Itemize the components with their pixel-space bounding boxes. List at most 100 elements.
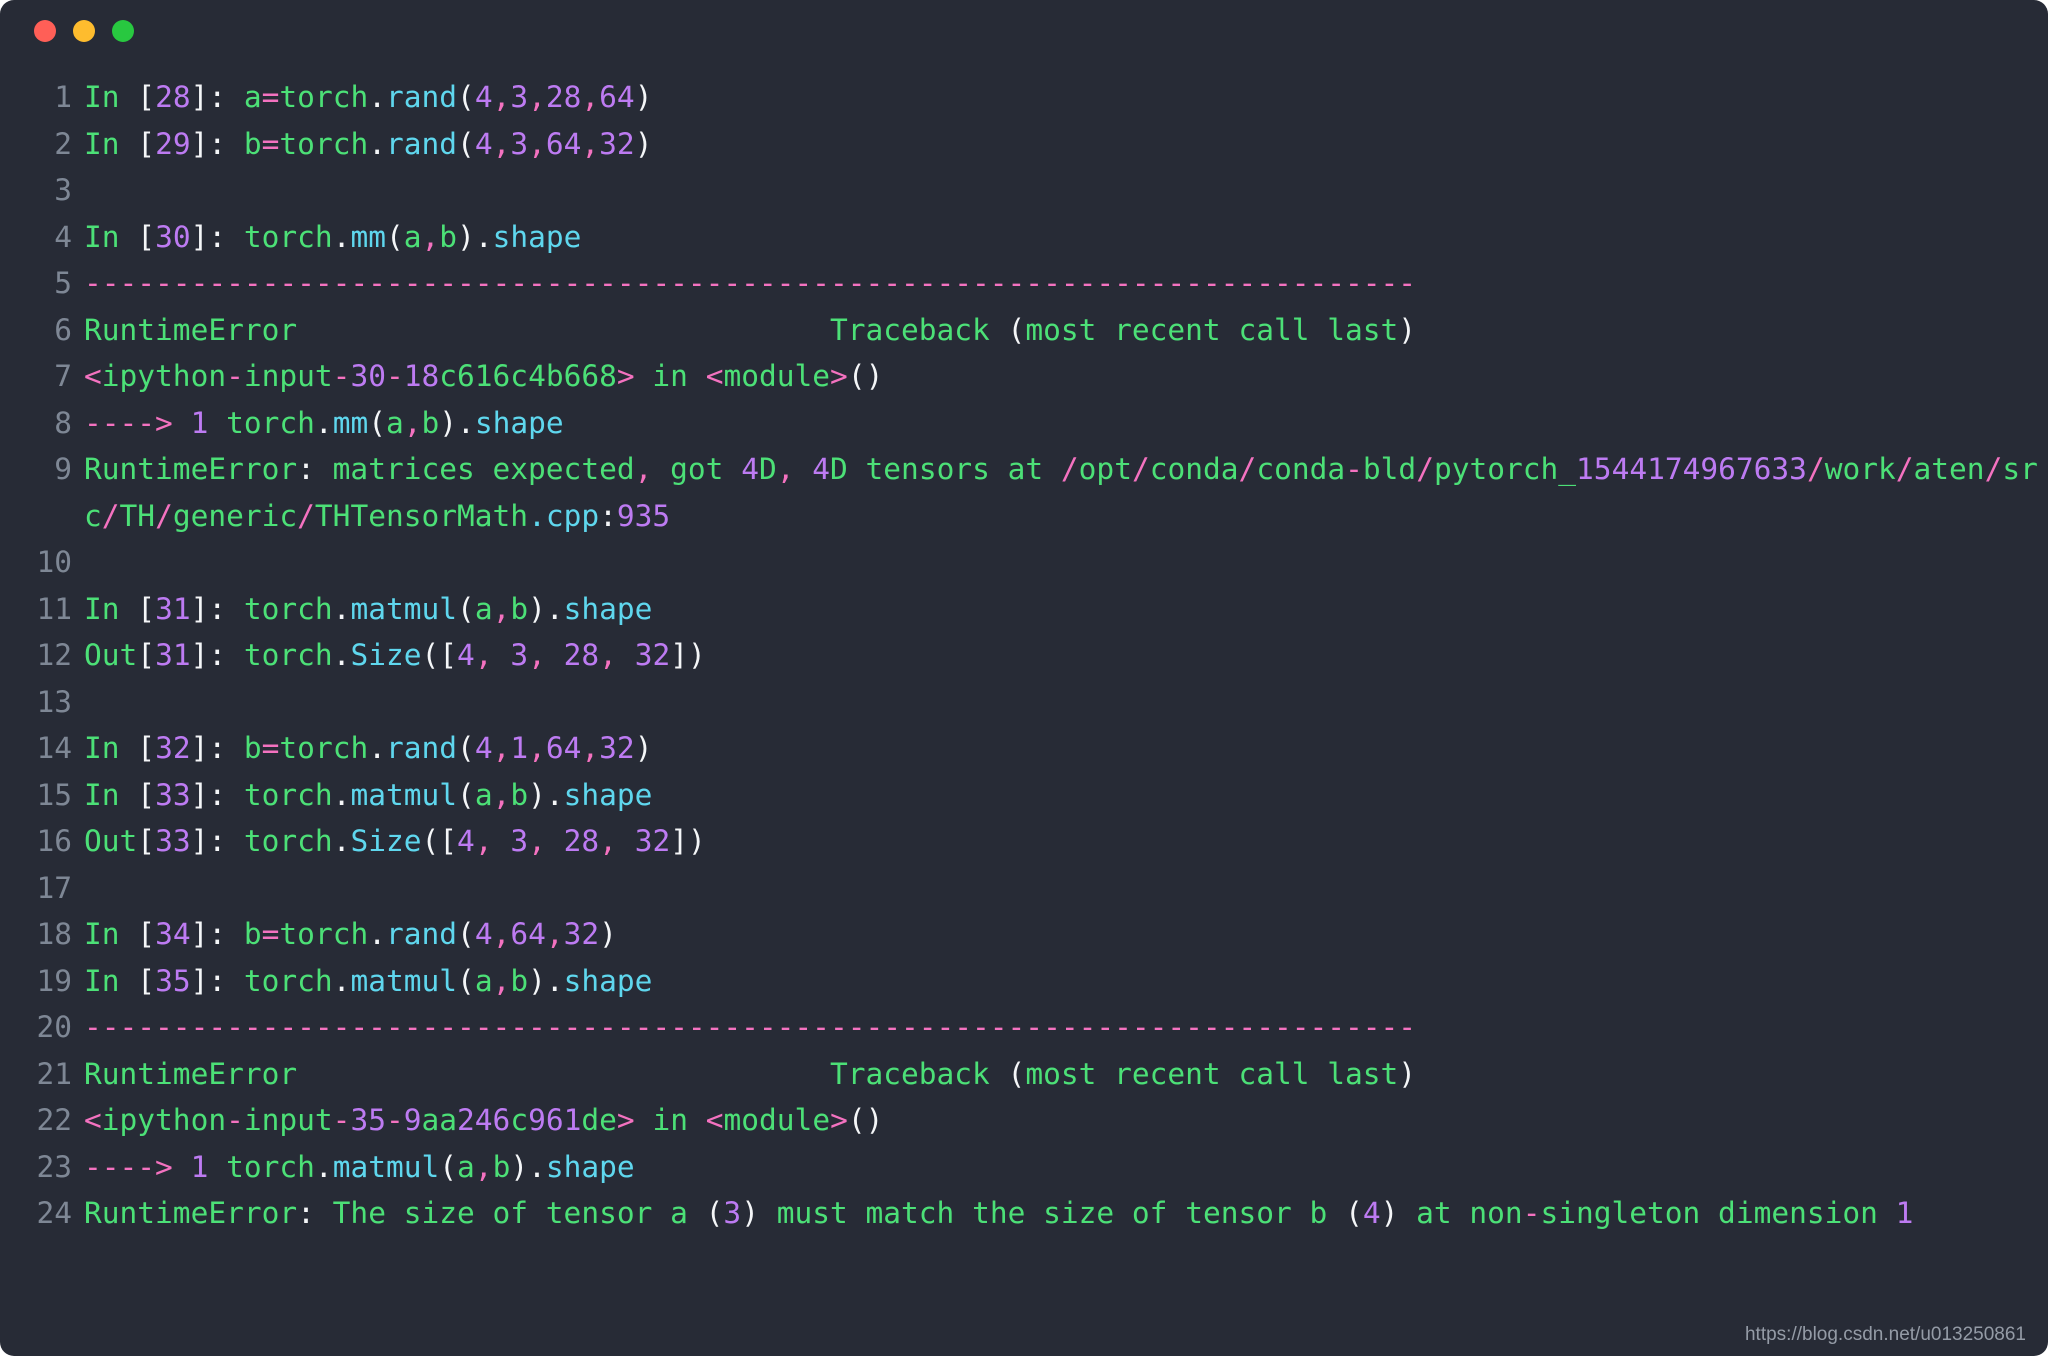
code-token: ( (457, 731, 475, 765)
code-token: 3 (510, 824, 529, 858)
code-token: / (101, 498, 120, 533)
line-number: 10 (36, 545, 72, 579)
code-token: 31 (155, 591, 191, 626)
code-token: , (599, 638, 635, 672)
code-token: torch (279, 917, 369, 951)
code-token: torch (243, 777, 333, 812)
code-token: 28 (563, 638, 600, 672)
code-line: 20 --------------------------------------… (0, 1004, 2048, 1051)
code-token: ( (386, 219, 404, 254)
code-token: . (332, 219, 351, 254)
code-token: ]: (190, 219, 244, 254)
code-token: > (616, 1103, 653, 1137)
code-token: torch (208, 405, 315, 440)
code-line: 17 ​ (0, 865, 2048, 912)
code-token: ). (510, 1149, 546, 1184)
code-token: . (368, 731, 386, 765)
code-token: , (474, 824, 511, 858)
code-token: 64 (510, 917, 546, 951)
code-token: rand (386, 731, 458, 765)
code-token: de (581, 1103, 617, 1137)
code-token: 29 (155, 126, 191, 161)
code-line: 12 Out[31]: torch.Size([4, 3, 28, 32]) (0, 632, 2048, 679)
code-token: , (492, 126, 511, 161)
code-line-content: RuntimeError Traceback (most recent call… (84, 1051, 2048, 1098)
code-token: 30 (155, 219, 191, 254)
code-token: 9 (403, 1103, 422, 1137)
code-token: The size of tensor a (332, 1196, 706, 1230)
code-token: Out (84, 638, 138, 672)
code-token: 64 (545, 731, 582, 765)
code-token: , (528, 126, 546, 161)
code-token: , (403, 405, 422, 440)
window-titlebar (0, 0, 2048, 62)
code-token: , (545, 917, 564, 951)
code-token: In (84, 777, 120, 812)
code-token: > (830, 359, 848, 393)
code-token: THTensorMath (314, 498, 529, 533)
line-number: 23 (36, 1149, 72, 1184)
code-token: 3 (510, 80, 529, 114)
code-token: matmul (332, 1149, 440, 1184)
code-token: 4 (812, 452, 831, 486)
code-line: 24 RuntimeError: The size of tensor a (3)… (0, 1190, 2048, 1237)
code-token: - (226, 359, 244, 393)
code-line-content: In [30]: torch.mm(a,b).shape (84, 214, 2048, 261)
code-token: b (439, 219, 458, 254)
code-token: 4 (457, 638, 475, 672)
code-token: ). (528, 963, 564, 998)
code-token: TH (119, 498, 156, 533)
code-token: 4 (741, 452, 759, 486)
code-token: ) (634, 731, 653, 765)
code-token: Out (84, 824, 138, 858)
code-token: ([ (421, 638, 458, 672)
code-token: 961 (528, 1103, 582, 1137)
line-number: 2 (54, 126, 72, 161)
code-token: / (1238, 452, 1257, 486)
code-token: , (528, 824, 564, 858)
code-token: 32 (563, 917, 600, 951)
code-token: a (243, 80, 262, 114)
code-line: 6 RuntimeError Traceback (most recent cal… (0, 307, 2048, 354)
code-token: RuntimeError (84, 452, 298, 486)
code-token: () (847, 1103, 884, 1137)
code-token: rand (386, 917, 458, 951)
code-token: torch (279, 80, 369, 114)
code-token: [ (137, 638, 156, 672)
code-line: 7 <ipython-input-30-18c616c4b668> in <mod… (0, 353, 2048, 400)
minimize-window-button[interactable] (73, 20, 95, 42)
close-window-button[interactable] (34, 20, 56, 42)
code-token: torch (208, 1149, 315, 1184)
code-token: ) (634, 80, 653, 114)
code-token: 64 (599, 80, 635, 114)
code-token: . (332, 638, 351, 672)
code-token: a (403, 219, 422, 254)
code-token: [ (119, 917, 156, 951)
code-token: 246 (457, 1103, 511, 1137)
code-token: 1 (510, 731, 529, 765)
code-token: aten (1913, 452, 1985, 486)
code-token: singleton dimension (1540, 1196, 1896, 1230)
maximize-window-button[interactable] (112, 20, 134, 42)
code-token: / (1131, 452, 1150, 486)
code-token: Size (350, 824, 422, 858)
code-token: a (457, 1149, 475, 1184)
code-line: 4 In [30]: torch.mm(a,b).shape (0, 214, 2048, 261)
code-token: in (652, 359, 706, 393)
code-token: < (705, 1103, 724, 1137)
code-token: 32 (634, 824, 671, 858)
code-token: input (243, 1103, 333, 1137)
code-line: 10 ​ (0, 539, 2048, 586)
code-token: : (297, 1196, 333, 1230)
code-token: 28 (155, 80, 191, 114)
code-token: 1 (1895, 1196, 1914, 1230)
code-token: < (84, 1103, 102, 1137)
code-token: 4 (474, 80, 493, 114)
code-token: RuntimeError Traceback (84, 312, 1008, 347)
code-token: ( (1007, 1056, 1026, 1091)
code-line-content: <ipython-input-30-18c616c4b668> in <modu… (84, 353, 2048, 400)
code-token: ----> (84, 405, 191, 440)
code-token: : (297, 452, 333, 486)
code-token: a (474, 591, 493, 626)
code-line-content: In [33]: torch.matmul(a,b).shape (84, 772, 2048, 819)
